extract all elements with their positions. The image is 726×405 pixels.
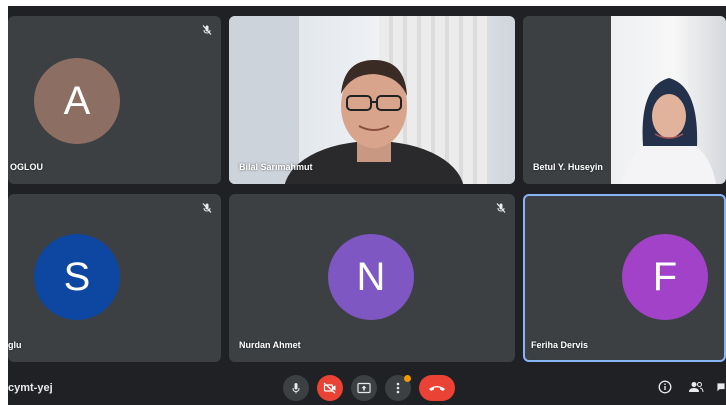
mic-button[interactable]	[283, 375, 309, 401]
participant-name: Bilal Sarımahmut	[239, 162, 313, 172]
meeting-code: cymt-yej	[8, 382, 53, 394]
present-screen-icon	[357, 382, 371, 394]
people-icon	[689, 382, 704, 393]
end-call-button[interactable]	[419, 375, 455, 401]
participant-name: Feriha Dervis	[531, 340, 589, 350]
participant-tile-feriha[interactable]: F Feriha Dervis	[523, 194, 726, 362]
info-icon	[658, 380, 672, 394]
chat-button[interactable]	[716, 379, 726, 395]
mic-muted-icon	[202, 203, 212, 213]
camera-toggle-button[interactable]	[317, 375, 343, 401]
mic-icon	[292, 383, 300, 394]
mic-muted-icon	[496, 203, 506, 213]
video-feed	[611, 16, 726, 184]
participant-name: OGLOU	[10, 162, 43, 172]
camera-off-icon	[323, 382, 336, 394]
participant-name: Nurdan Ahmet	[239, 340, 301, 350]
meeting-info-button[interactable]	[657, 379, 673, 395]
video-feed	[229, 16, 515, 184]
more-options-button[interactable]	[385, 375, 411, 401]
participant-avatar: F	[622, 234, 708, 320]
people-button[interactable]	[688, 379, 704, 395]
participant-tile-s[interactable]: S glu	[8, 194, 221, 362]
participant-tile-a[interactable]: A OGLOU	[8, 16, 221, 184]
participant-tile-bilal[interactable]: Bilal Sarımahmut	[229, 16, 515, 184]
frame-left-edge	[0, 0, 8, 405]
participant-avatar: S	[34, 234, 120, 320]
more-options-icon	[396, 382, 400, 394]
participant-name: glu	[8, 340, 22, 350]
end-call-icon	[429, 386, 445, 391]
chat-icon	[717, 383, 725, 392]
participant-name: Betul Y. Huseyin	[533, 162, 603, 172]
present-screen-button[interactable]	[351, 375, 377, 401]
participant-avatar: N	[328, 234, 414, 320]
frame-top-edge	[0, 0, 726, 6]
participant-avatar: A	[34, 58, 120, 144]
mic-muted-icon	[202, 25, 212, 35]
notification-dot	[404, 375, 411, 382]
participant-tile-betul[interactable]: Betul Y. Huseyin	[523, 16, 726, 184]
participant-tile-nurdan[interactable]: N Nurdan Ahmet	[229, 194, 515, 362]
